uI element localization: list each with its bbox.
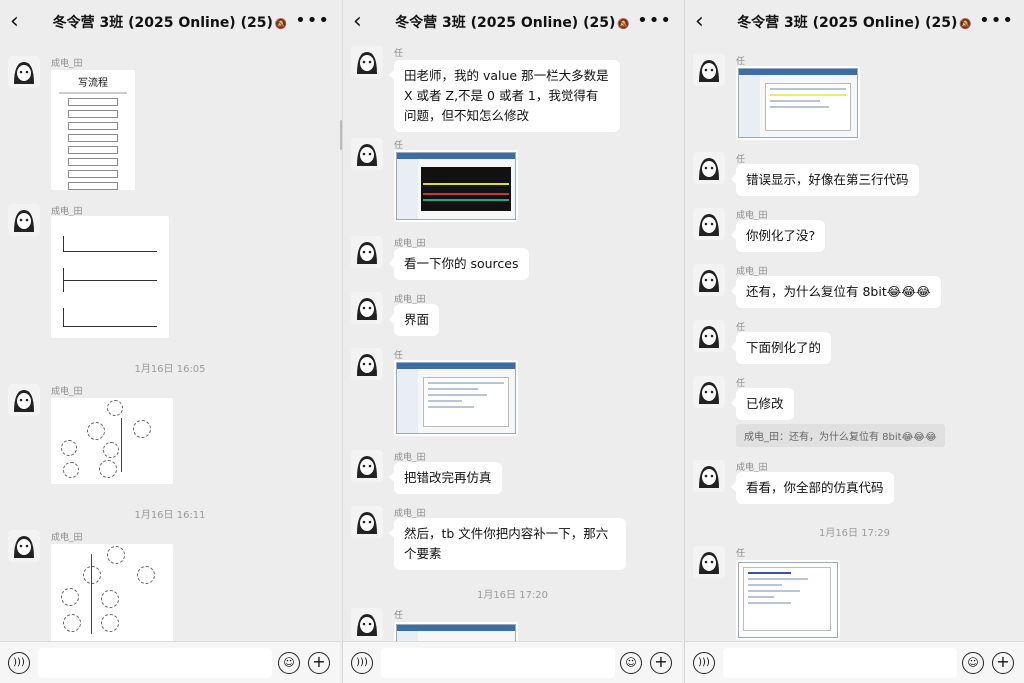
sender-name: 成电_田 [51,533,83,543]
bell-off-icon: 🔕 [617,19,630,30]
emoji-icon[interactable]: ☺ [620,652,642,674]
image-message[interactable] [394,360,518,436]
sender-name: 成电_田 [51,387,83,397]
message-bubble[interactable]: 错误显示，好像在第三行代码 [731,164,919,196]
avatar[interactable] [351,46,383,78]
emoji-icon[interactable]: ☺ [962,652,984,674]
avatar[interactable] [693,54,725,86]
message-bubble[interactable]: 看看，你全部的仿真代码 [731,472,894,504]
quoted-message[interactable]: 成电_田：还有，为什么复位有 8bit😂😂😂 [736,424,945,447]
ellipsis-icon[interactable]: ••• [979,10,1014,31]
message-bubble[interactable]: 田老师，我的 value 那一栏大多数是 X 或者 Z,不是 0 或者 1，我觉… [389,60,620,132]
sender-name: 成电_田 [51,59,83,69]
chat-title-text: 冬令营 3班 (2025 Online) (25) [737,15,958,31]
message-bubble[interactable]: 看一下你的 sources [389,248,529,280]
message-bubble[interactable]: 你例化了没? [730,220,826,252]
chevron-left-icon[interactable]: ‹ [353,11,367,33]
avatar[interactable] [693,460,725,492]
voice-icon[interactable]: ))) [351,652,373,674]
bell-off-icon: 🔕 [274,19,288,30]
image-message[interactable] [51,544,173,644]
avatar[interactable] [351,292,383,324]
avatar[interactable] [8,384,40,416]
avatar[interactable] [693,546,725,578]
avatar[interactable] [693,152,725,184]
plus-icon[interactable]: + [992,652,1014,674]
avatar[interactable] [351,138,383,170]
avatar[interactable] [693,376,725,408]
input-bar: ))) ☺ + [685,641,1024,683]
avatar[interactable] [8,530,40,562]
ellipsis-icon[interactable]: ••• [637,10,672,31]
message-input[interactable] [381,648,615,678]
image-message[interactable] [736,560,840,640]
image-message[interactable] [51,216,169,338]
avatar[interactable] [693,208,725,240]
avatar[interactable] [351,506,383,538]
chat-title: 冬令营 3班 (2025 Online) (25) 🔕 [40,12,300,32]
chat-header: ‹ 冬令营 3班 (2025 Online) (25) 🔕 ••• [685,0,1024,46]
avatar[interactable] [8,56,40,88]
image-message[interactable] [394,150,518,222]
message-bubble[interactable]: 已修改 [731,388,794,420]
ellipsis-icon[interactable]: ••• [295,10,330,31]
avatar[interactable] [351,450,383,482]
image-message[interactable] [736,66,860,140]
message-bubble[interactable]: 然后，tb 文件你把内容补一下，那六个要素 [389,518,626,570]
timestamp: 1月16日 17:20 [476,590,549,601]
message-input[interactable] [723,648,957,678]
sender-name: 任 [394,49,404,59]
timestamp: 1月16日 16:11 [134,510,206,521]
avatar[interactable] [351,348,383,380]
timestamp: 1月16日 16:05 [134,364,206,375]
chat-title-text: 冬令营 3班 (2025 Online) (25) [395,15,616,31]
timestamp: 1月16日 17:29 [818,528,891,539]
chat-title: 冬令营 3班 (2025 Online) (25) 🔕 [725,12,984,32]
image-message[interactable]: 写流程 [51,70,135,190]
image-message[interactable] [51,398,173,484]
sender-name: 任 [394,611,404,621]
emoji-icon[interactable]: ☺ [278,652,300,674]
input-bar: ))) ☺ + [0,641,340,683]
chat-panel-1: ‹ 冬令营 3班 (2025 Online) (25) 🔕 ••• 成电_田 写流… [0,0,340,683]
chat-panel-2: ‹ 冬令营 3班 (2025 Online) (25) 🔕 ••• 任 田老师，我… [342,0,682,683]
avatar[interactable] [351,608,383,640]
message-bubble[interactable]: 把错改完再仿真 [389,462,502,494]
avatar[interactable] [351,236,383,268]
image-title: 写流程 [78,78,108,89]
message-input[interactable] [38,648,272,678]
message-bubble[interactable]: 下面例化了的 [730,332,832,364]
input-bar: ))) ☺ + [343,641,682,683]
chat-header: ‹ 冬令营 3班 (2025 Online) (25) 🔕 ••• [0,0,340,46]
chat-title: 冬令营 3班 (2025 Online) (25) 🔕 [383,12,642,32]
avatar[interactable] [693,264,725,296]
bell-off-icon: 🔕 [959,19,972,30]
chat-title-text: 冬令营 3班 (2025 Online) (25) [52,15,273,31]
chevron-left-icon[interactable]: ‹ [695,11,709,33]
avatar[interactable] [693,320,725,352]
scroll-indicator[interactable] [340,120,342,150]
chevron-left-icon[interactable]: ‹ [10,11,24,33]
avatar[interactable] [8,204,40,236]
chat-panel-3: ‹ 冬令营 3班 (2025 Online) (25) 🔕 ••• 任 任 错误显… [684,0,1024,683]
voice-icon[interactable]: ))) [8,652,30,674]
plus-icon[interactable]: + [650,652,672,674]
sender-name: 任 [736,549,746,559]
message-bubble[interactable]: 还有，为什么复位有 8bit😂😂😂 [731,276,941,308]
chat-header: ‹ 冬令营 3班 (2025 Online) (25) 🔕 ••• [343,0,682,46]
message-bubble[interactable]: 界面 [388,304,440,336]
plus-icon[interactable]: + [308,652,330,674]
voice-icon[interactable]: ))) [693,652,715,674]
